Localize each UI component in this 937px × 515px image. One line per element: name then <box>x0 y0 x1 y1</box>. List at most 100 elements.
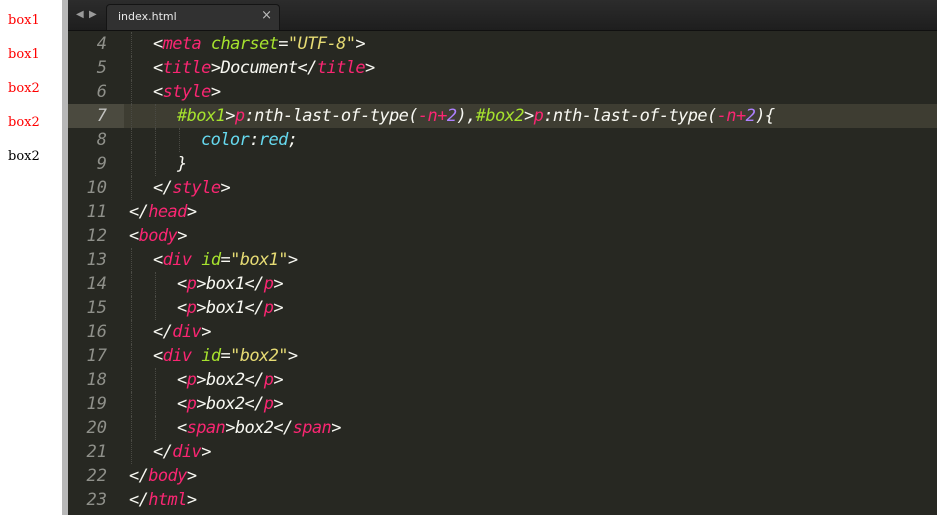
line-number: 22 <box>86 466 107 486</box>
line-number: 10 <box>86 178 107 198</box>
code-line[interactable]: 7 #box1>p:nth-last-of-type(-n+2),#box2>p:… <box>68 104 937 128</box>
code-token: > <box>273 370 284 390</box>
code-line[interactable]: 23 </html> <box>68 488 937 512</box>
code-line[interactable]: 15 <p>box1</p> <box>68 296 937 320</box>
indent-guide <box>155 296 156 320</box>
indent-guide <box>131 392 132 416</box>
preview-paragraph: box1 <box>8 47 40 62</box>
code-token: </ <box>129 466 149 486</box>
code-line[interactable]: 19 <p>box2</p> <box>68 392 937 416</box>
close-icon[interactable]: × <box>261 8 272 23</box>
indent-guide <box>155 416 156 440</box>
line-number: 13 <box>86 250 107 270</box>
indent-guide <box>131 272 132 296</box>
line-number: 14 <box>86 274 107 294</box>
code-text: <body> <box>129 224 187 248</box>
code-line[interactable]: 17 <div id="box2"> <box>68 344 937 368</box>
line-number: 4 <box>96 34 107 54</box>
code-token: - <box>716 106 727 126</box>
code-token: p <box>263 370 274 390</box>
preview-paragraph: box2 <box>8 115 40 130</box>
code-token: p <box>186 298 197 318</box>
line-number: 20 <box>86 418 107 438</box>
code-token: } <box>177 154 187 174</box>
code-token: meta <box>162 34 202 54</box>
code-token: > <box>365 58 375 78</box>
code-token: > <box>201 442 211 462</box>
line-number: 18 <box>86 370 107 390</box>
code-token: n <box>427 106 438 126</box>
code-token: > <box>225 106 235 126</box>
tab-label: index.html <box>118 10 177 23</box>
code-line[interactable]: 4 <meta charset="UTF-8"> <box>68 32 937 56</box>
code-token: < <box>153 346 163 366</box>
code-line[interactable]: 9} <box>68 152 937 176</box>
line-number: 11 <box>86 202 107 222</box>
code-token: > <box>523 106 534 126</box>
indent-guide <box>131 56 132 80</box>
code-token: > <box>210 82 221 102</box>
indent-guide <box>131 368 132 392</box>
line-number: 5 <box>96 58 107 78</box>
preview-paragraph: box1 <box>8 13 40 28</box>
back-arrow-icon[interactable]: ◀ <box>76 9 84 20</box>
line-number: 9 <box>96 154 107 174</box>
line-number: 15 <box>86 298 107 318</box>
code-line[interactable]: 6 <style> <box>68 80 937 104</box>
code-line[interactable]: 5 <title>Document</title> <box>68 56 937 80</box>
code-text: color:red; <box>201 128 298 152</box>
code-token: :nth-last-of-type( <box>244 106 418 126</box>
indent-guide <box>131 128 132 152</box>
code-token: < <box>153 250 163 270</box>
indent-guide <box>155 368 156 392</box>
code-token: div <box>172 322 202 342</box>
code-token: id <box>201 346 221 366</box>
code-token: title <box>316 58 366 78</box>
code-line[interactable]: 22 </body> <box>68 464 937 488</box>
code-editor[interactable]: ◀ ▶ index.html × 4 <meta charset="UTF-8">… <box>68 0 937 515</box>
code-token: p <box>186 274 197 294</box>
indent-guide <box>131 176 132 200</box>
code-token: < <box>177 298 187 318</box>
code-line[interactable]: 18 <p>box2</p> <box>68 368 937 392</box>
code-token: red <box>258 130 289 150</box>
code-token: < <box>177 418 187 438</box>
code-token: title <box>162 58 212 78</box>
code-line[interactable]: 8 color:red; <box>68 128 937 152</box>
tab-index-html[interactable]: index.html × <box>106 4 280 30</box>
code-token: </ <box>129 202 149 222</box>
code-text: </head> <box>129 200 197 224</box>
indent-guide <box>131 296 132 320</box>
code-token: p <box>263 394 274 414</box>
code-line[interactable]: 11 </head> <box>68 200 937 224</box>
code-line[interactable]: 21 </div> <box>68 440 937 464</box>
code-token: </ <box>129 490 149 510</box>
code-token: + <box>735 106 746 126</box>
code-line[interactable]: 12 <body> <box>68 224 937 248</box>
forward-arrow-icon[interactable]: ▶ <box>89 9 97 20</box>
code-token: div <box>162 250 193 270</box>
code-token: ; <box>287 130 298 150</box>
tab-bar: ◀ ▶ index.html × <box>68 0 937 31</box>
code-line[interactable]: 14 <p>box1</p> <box>68 272 937 296</box>
code-token: #box1 <box>177 106 226 126</box>
code-token: > <box>186 202 197 222</box>
code-line[interactable]: 13 <div id="box1"> <box>68 248 937 272</box>
code-text: <meta charset="UTF-8"> <box>153 32 366 56</box>
code-line[interactable]: 20 <span>box2</span> <box>68 416 937 440</box>
code-token: </ <box>153 442 173 462</box>
indent-guide <box>131 440 132 464</box>
line-number: 23 <box>86 490 107 510</box>
code-token: </ <box>153 322 173 342</box>
line-number: 8 <box>96 130 107 150</box>
code-line[interactable]: 10 </style> <box>68 176 937 200</box>
code-line[interactable]: 16 </div> <box>68 320 937 344</box>
code-text: } <box>177 152 187 176</box>
code-text: </body> <box>129 464 197 488</box>
preview-paragraph: box2 <box>8 149 40 164</box>
code-area[interactable]: 4 <meta charset="UTF-8"> 5 <title>Document<… <box>68 32 937 512</box>
code-token: "box1" <box>230 250 288 270</box>
code-token: n <box>726 106 736 126</box>
code-token: p <box>186 370 197 390</box>
